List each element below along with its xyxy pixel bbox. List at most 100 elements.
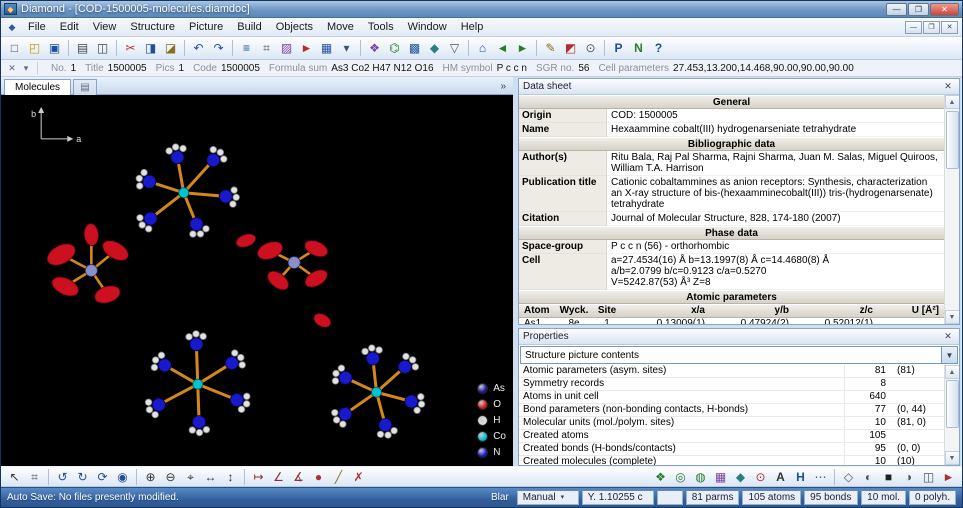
menu-help[interactable]: Help: [454, 18, 491, 37]
data-sheet-scrollbar[interactable]: ▲ ▼: [944, 95, 959, 324]
title-bar[interactable]: ◆ Diamond - [COD-1500005-molecules.diamd…: [1, 1, 962, 18]
properties-title-bar[interactable]: Properties ✕: [519, 329, 959, 345]
menu-window[interactable]: Window: [401, 18, 454, 37]
mdi-minimize-button[interactable]: —: [905, 21, 922, 34]
complete-fragments-icon[interactable]: ◍: [691, 468, 710, 486]
scroll-thumb[interactable]: [946, 380, 959, 428]
video-sequence-icon[interactable]: ►: [297, 39, 316, 57]
zoom-in-icon[interactable]: ⊕: [141, 468, 160, 486]
add-bond-icon[interactable]: ╱: [329, 468, 348, 486]
property-row[interactable]: Bond parameters (non-bonding contacts, H…: [519, 404, 944, 417]
minimize-button[interactable]: —: [886, 3, 907, 16]
periodic-table-icon[interactable]: P: [609, 39, 628, 57]
navigate-back-icon[interactable]: ◄: [493, 39, 512, 57]
menu-view[interactable]: View: [86, 18, 124, 37]
dropdown-arrow-icon[interactable]: ▼: [941, 347, 957, 363]
record-nav-icon[interactable]: ▾: [19, 63, 33, 74]
measure-angle-icon[interactable]: ∠: [269, 468, 288, 486]
new-document-icon[interactable]: □: [5, 39, 24, 57]
close-infobar-icon[interactable]: ✕: [5, 63, 19, 74]
property-row[interactable]: Symmetry records8: [519, 378, 944, 391]
home-icon[interactable]: ⌂: [473, 39, 492, 57]
powder-pattern-icon[interactable]: N: [629, 39, 648, 57]
properties-category-select[interactable]: Structure picture contents ▼: [520, 346, 958, 364]
movie-icon[interactable]: ►: [939, 468, 958, 486]
table-menu-arrow-icon[interactable]: ▾: [337, 39, 356, 57]
atomic-table-row[interactable]: As18e10.13009(1)0.47924(2)0.52012(1): [519, 318, 944, 324]
scroll-track[interactable]: [945, 379, 960, 451]
rotate-x-icon[interactable]: ↺: [53, 468, 72, 486]
copy-icon[interactable]: ◨: [141, 39, 160, 57]
property-row[interactable]: Atomic parameters (asym. sites)81(81): [519, 365, 944, 378]
measure-torsion-icon[interactable]: ∡: [289, 468, 308, 486]
structure-wizard-icon[interactable]: ❖: [365, 39, 384, 57]
tab-scroll-chevrons[interactable]: »: [500, 81, 510, 94]
hydrogen-toggle-icon[interactable]: H: [791, 468, 810, 486]
zoom-fit-icon[interactable]: ⌖: [181, 468, 200, 486]
menu-move[interactable]: Move: [320, 18, 361, 37]
property-row[interactable]: Atoms in unit cell640: [519, 391, 944, 404]
polyhedra-mode-icon[interactable]: ◆: [731, 468, 750, 486]
stereo-view-icon[interactable]: ◐: [859, 468, 878, 486]
pan-horizontal-icon[interactable]: ↔: [201, 468, 220, 486]
navigate-forward-icon[interactable]: ►: [513, 39, 532, 57]
ellipsoid-mode-icon[interactable]: ⊙: [751, 468, 770, 486]
cut-icon[interactable]: ✂: [121, 39, 140, 57]
grow-molecule-icon[interactable]: ◎: [671, 468, 690, 486]
table-menu-icon[interactable]: ▦: [317, 39, 336, 57]
menu-objects[interactable]: Objects: [269, 18, 320, 37]
scroll-down-icon[interactable]: ▼: [945, 310, 960, 324]
redo-icon[interactable]: ↷: [209, 39, 228, 57]
property-row[interactable]: Molecular units (mol./polym. sites)10(81…: [519, 417, 944, 430]
undo-icon[interactable]: ↶: [189, 39, 208, 57]
rotate-y-icon[interactable]: ↻: [73, 468, 92, 486]
zoom-out-icon[interactable]: ⊖: [161, 468, 180, 486]
packing-cell-icon[interactable]: ▦: [711, 468, 730, 486]
scroll-down-icon[interactable]: ▼: [945, 451, 960, 465]
spin-icon[interactable]: ◉: [113, 468, 132, 486]
new-picture-tab[interactable]: ▤: [73, 79, 97, 95]
contacts-icon[interactable]: ⋯: [811, 468, 830, 486]
render-quality-icon[interactable]: ◑: [899, 468, 918, 486]
data-sheet-icon[interactable]: ≡: [237, 39, 256, 57]
delete-icon[interactable]: ✗: [349, 468, 368, 486]
structure-canvas[interactable]: ba AsOHCoN: [1, 95, 513, 466]
measure-distance-icon[interactable]: ↦: [249, 468, 268, 486]
menu-structure[interactable]: Structure: [123, 18, 182, 37]
rotate-z-icon[interactable]: ⟳: [93, 468, 112, 486]
build-molecules-icon[interactable]: ⌬: [385, 39, 404, 57]
property-row[interactable]: Created atoms105: [519, 430, 944, 443]
background-color-icon[interactable]: ■: [879, 468, 898, 486]
frame-select-icon[interactable]: ⌗: [25, 468, 44, 486]
scroll-up-icon[interactable]: ▲: [945, 95, 960, 109]
menu-file[interactable]: File: [21, 18, 53, 37]
property-row[interactable]: Created molecules (complete)10(10): [519, 456, 944, 465]
scroll-up-icon[interactable]: ▲: [945, 365, 960, 379]
close-button[interactable]: ✕: [930, 3, 959, 16]
mdi-restore-button[interactable]: ❐: [923, 21, 940, 34]
help-icon[interactable]: ?: [649, 39, 668, 57]
picture-icon[interactable]: ▨: [277, 39, 296, 57]
close-properties-icon[interactable]: ✕: [941, 331, 955, 342]
property-row[interactable]: Created bonds (H-bonds/contacts)95(0, 0): [519, 443, 944, 456]
add-atom-icon[interactable]: ●: [309, 468, 328, 486]
tab-molecules[interactable]: Molecules: [4, 79, 71, 95]
properties-scrollbar[interactable]: ▲ ▼: [944, 365, 959, 465]
filter-icon[interactable]: ▽: [445, 39, 464, 57]
menu-build[interactable]: Build: [230, 18, 268, 37]
menu-edit[interactable]: Edit: [53, 18, 86, 37]
mdi-close-button[interactable]: ✕: [941, 21, 958, 34]
menu-picture[interactable]: Picture: [182, 18, 230, 37]
polyhedra-icon[interactable]: ◆: [425, 39, 444, 57]
distances-table-icon[interactable]: ⌗: [257, 39, 276, 57]
save-icon[interactable]: ▣: [45, 39, 64, 57]
print-icon[interactable]: ▤: [73, 39, 92, 57]
data-sheet-title-bar[interactable]: Data sheet ✕: [519, 79, 959, 95]
paste-icon[interactable]: ◪: [161, 39, 180, 57]
close-data-sheet-icon[interactable]: ✕: [941, 81, 955, 92]
packing-icon[interactable]: ▩: [405, 39, 424, 57]
perspective-icon[interactable]: ◇: [839, 468, 858, 486]
scroll-thumb[interactable]: [946, 111, 959, 169]
palette-icon[interactable]: ◩: [561, 39, 580, 57]
snapshot-icon[interactable]: ◫: [919, 468, 938, 486]
